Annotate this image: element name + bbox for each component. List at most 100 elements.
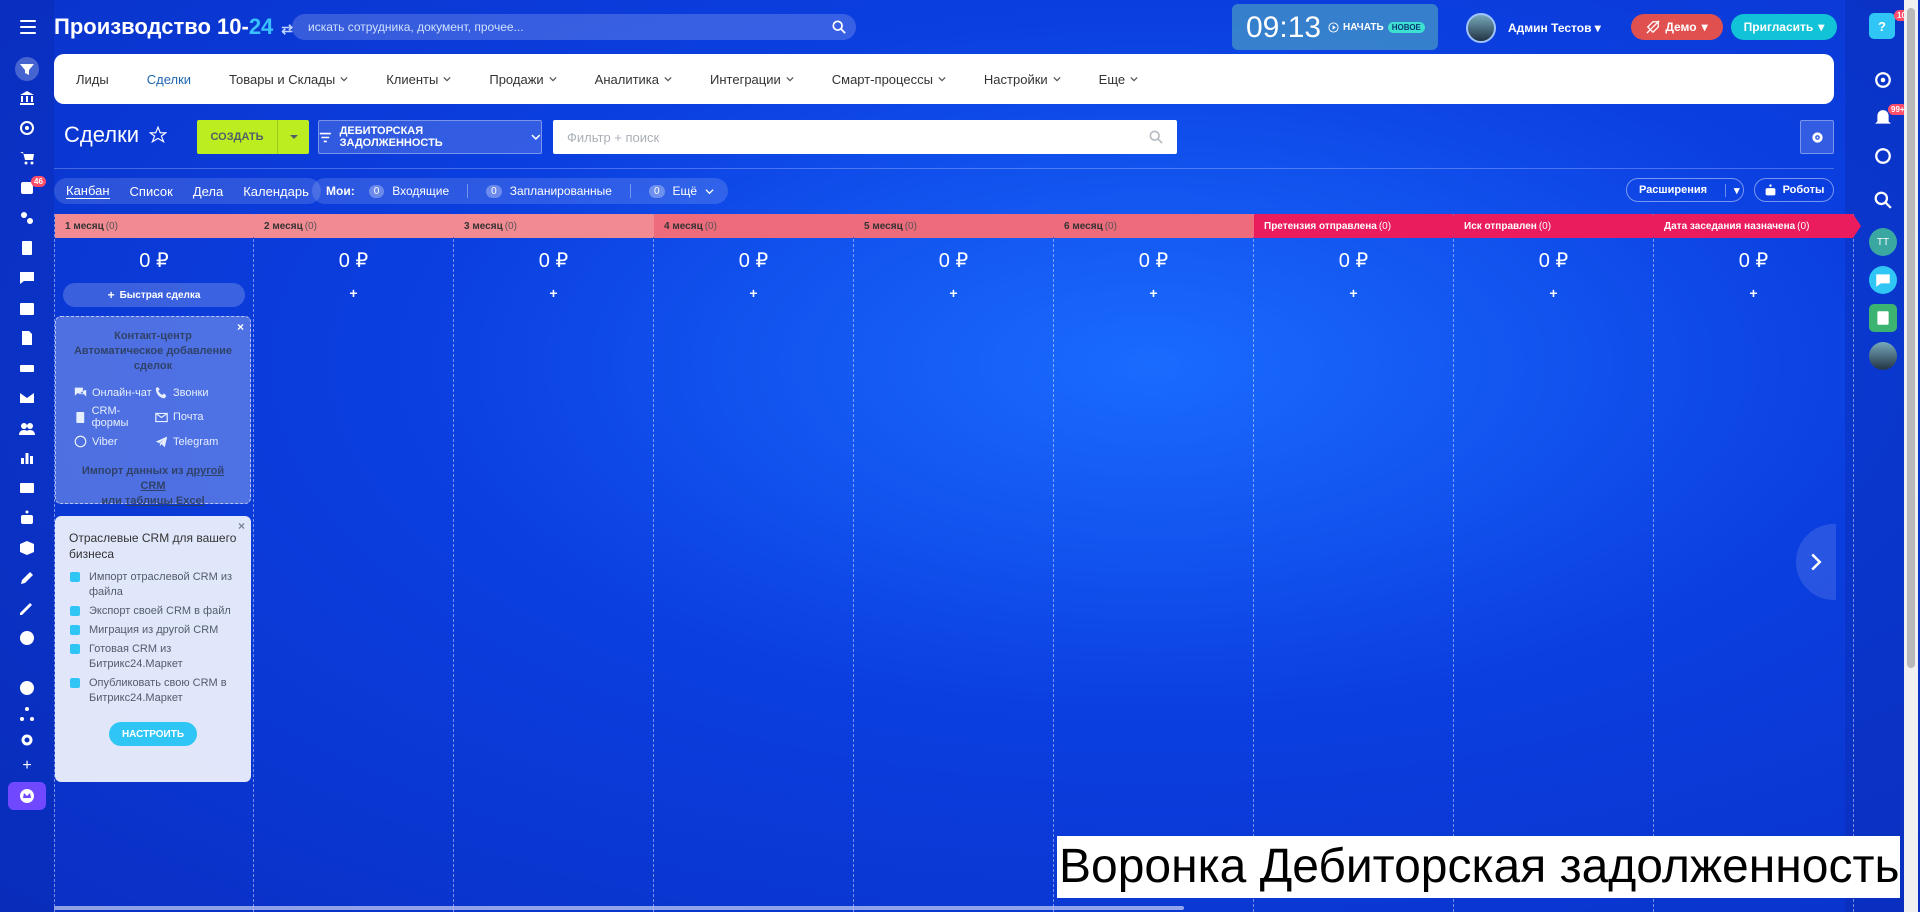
stage-header[interactable]: Претензия отправлена (0) [1254,214,1461,238]
settings-button[interactable] [1800,120,1834,154]
add-deal-button[interactable]: + [1454,285,1653,301]
tab-7[interactable]: Смарт-процессы [832,72,946,87]
tab-0[interactable]: Лиды [76,72,109,87]
chat-icon[interactable] [1869,266,1897,294]
funnel-selector[interactable]: ДЕБИТОРСКАЯ ЗАДОЛЖЕННОСТЬ [318,120,542,154]
avatar[interactable] [1869,342,1897,370]
horizontal-scrollbar[interactable] [54,906,1184,910]
close-icon[interactable]: × [237,320,244,334]
cart-icon[interactable] [15,146,39,170]
stage-header[interactable]: Иск отправлен (0) [1454,214,1661,238]
stage-header[interactable]: 1 месяц (0) [55,214,261,238]
user-menu[interactable]: Админ Тестов ▾ [1508,21,1601,35]
channel-item[interactable]: Почта [155,405,236,429]
tab-4[interactable]: Продажи [489,72,557,87]
document-icon[interactable] [15,236,39,260]
view-list[interactable]: Список [130,184,173,199]
filter-search-input[interactable] [553,120,1177,154]
menu-icon[interactable] [20,20,36,34]
mail-icon[interactable] [15,386,39,410]
filter-icon[interactable] [15,57,39,81]
sitemap-icon[interactable] [15,702,39,726]
vertical-scrollbar[interactable] [1904,0,1918,912]
stage-header[interactable]: 4 месяц (0) [654,214,861,238]
tab-3[interactable]: Клиенты [386,72,451,87]
search-icon[interactable] [1869,186,1897,214]
bank-icon[interactable] [15,86,39,110]
start-day-button[interactable]: НАЧАТЬ НОВОЕ [1328,22,1425,33]
view-calendar[interactable]: Календарь [243,184,309,199]
industry-item[interactable]: Опубликовать свою CRM в Битрикс24.Маркет [69,676,237,706]
tab-2[interactable]: Товары и Склады [229,72,348,87]
industry-item[interactable]: Импорт отраслевой CRM из файла [69,570,237,600]
create-button[interactable]: СОЗДАТЬ [197,120,309,154]
industry-item[interactable]: Миграция из другой CRM [69,623,237,638]
box-icon[interactable] [15,536,39,560]
add-deal-button[interactable]: + [1654,285,1853,301]
counter-planned[interactable]: Запланированные [510,184,612,198]
tab-9[interactable]: Еще [1099,72,1138,87]
checkin-icon[interactable] [15,626,39,650]
calendar-icon[interactable] [15,296,39,320]
help-icon[interactable] [15,676,39,700]
create-dropdown[interactable] [277,120,309,154]
extensions-button[interactable]: Расширения ▾ [1626,178,1744,202]
channel-item[interactable]: CRM-формы [74,405,155,429]
add-deal-button[interactable]: + [254,285,453,301]
group-icon[interactable] [15,416,39,440]
user-initials-avatar[interactable]: TT [1869,228,1897,256]
add-deal-button[interactable]: + [1254,285,1453,301]
plus-icon[interactable]: + [15,754,39,778]
channel-item[interactable]: Звонки [155,386,236,399]
tab-5[interactable]: Аналитика [595,72,672,87]
analytics-icon[interactable] [15,446,39,470]
robot-icon[interactable] [15,506,39,530]
chat-icon[interactable] [15,266,39,290]
gear-icon[interactable] [15,728,39,752]
global-search-input[interactable] [292,14,856,40]
quick-deal-button[interactable]: + Быстрая сделка [63,283,245,307]
stage-header[interactable]: 6 месяц (0) [1054,214,1261,238]
industry-item[interactable]: Готовая CRM из Битрикс24.Маркет [69,642,237,672]
tab-6[interactable]: Интеграции [710,72,794,87]
file-icon[interactable] [15,326,39,350]
add-deal-button[interactable]: + [654,285,853,301]
view-kanban[interactable]: Канбан [66,183,110,199]
search-icon[interactable] [832,20,846,34]
sign-icon[interactable] [15,596,39,620]
channel-item[interactable]: Онлайн-чат [74,386,155,399]
tab-8[interactable]: Настройки [984,72,1061,87]
crown-icon[interactable] [8,782,46,810]
import-excel-link[interactable]: таблицы Excel [125,495,205,507]
chevron-down-icon[interactable]: ▾ [1725,183,1740,197]
messenger-icon[interactable] [1869,142,1897,170]
view-activities[interactable]: Дела [193,184,223,199]
star-icon[interactable] [148,126,167,144]
search-icon[interactable] [1149,130,1163,144]
add-deal-button[interactable]: + [454,285,653,301]
channel-item[interactable]: Viber [74,435,155,448]
counter-more[interactable]: Ещё [673,184,698,198]
target-icon[interactable] [15,116,39,140]
add-deal-button[interactable]: + [854,285,1053,301]
stage-header[interactable]: 2 месяц (0) [254,214,461,238]
drive-icon[interactable] [15,356,39,380]
work-timer[interactable]: 09:13 НАЧАТЬ НОВОЕ [1232,4,1438,50]
help-button-icon[interactable]: ? [1869,13,1895,39]
notes-icon[interactable] [1869,304,1897,332]
configure-button[interactable]: НАСТРОИТЬ [109,722,197,746]
close-icon[interactable]: × [238,519,245,533]
stage-header[interactable]: 3 месяц (0) [454,214,661,238]
demo-button[interactable]: Демо ▾ [1631,14,1723,40]
add-deal-button[interactable]: + [1054,285,1253,301]
stage-header[interactable]: Дата заседания назначена (0) [1654,214,1861,238]
copilot-icon[interactable] [1869,66,1897,94]
avatar[interactable] [1466,13,1496,43]
stage-header[interactable]: 5 месяц (0) [854,214,1061,238]
scrollbar-thumb[interactable] [1907,8,1915,668]
invite-button[interactable]: Пригласить ▾ [1731,14,1837,40]
industry-item[interactable]: Экспорт своей CRM в файл [69,604,237,619]
tab-1[interactable]: Сделки [147,72,191,87]
counter-incoming[interactable]: Входящие [392,184,449,198]
chevron-down-icon[interactable] [705,187,714,196]
